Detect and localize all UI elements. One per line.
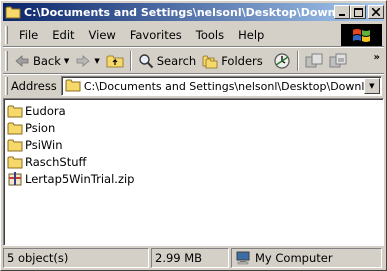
- back-dropdown-icon[interactable]: ▼: [64, 57, 69, 65]
- list-item[interactable]: Psion: [7, 119, 383, 136]
- maximize-icon: [353, 7, 363, 17]
- my-computer-icon: [236, 251, 250, 265]
- move-to-icon: [305, 53, 323, 68]
- address-value: C:\Documents and Settings\nelsonl\Deskto…: [83, 79, 364, 93]
- list-item[interactable]: RaschStuff: [7, 153, 383, 170]
- forward-arrow-icon: [76, 55, 90, 67]
- folders-icon: [202, 55, 218, 69]
- forward-dropdown-icon[interactable]: ▼: [94, 57, 99, 65]
- list-item[interactable]: Eudora: [7, 102, 383, 119]
- folders-button[interactable]: Folders: [199, 50, 266, 72]
- search-icon: [139, 54, 153, 69]
- address-grip[interactable]: [5, 77, 8, 95]
- up-folder-button[interactable]: [103, 50, 127, 72]
- folder-icon: [65, 78, 81, 95]
- file-name: RaschStuff: [25, 154, 87, 169]
- standard-toolbar: Back ▼ ▼ Search Folders »: [3, 48, 384, 74]
- file-name: PsiWin: [25, 137, 63, 152]
- file-name: Eudora: [25, 103, 66, 118]
- chevron-down-icon: ▼: [369, 82, 375, 90]
- zip-archive-icon: [8, 171, 22, 185]
- menu-bar: File Edit View Favorites Tools Help: [3, 24, 337, 46]
- list-item[interactable]: PsiWin: [7, 136, 383, 153]
- forward-button[interactable]: ▼: [72, 50, 102, 72]
- folder-icon: [5, 4, 21, 20]
- file-name: Lertap5WinTrial.zip: [25, 171, 135, 186]
- address-bar: Address C:\Documents and Settings\nelson…: [3, 75, 384, 97]
- up-folder-icon: [106, 55, 124, 68]
- search-label: Search: [156, 54, 197, 68]
- menu-grip[interactable]: [5, 26, 8, 44]
- back-arrow-icon: [15, 55, 29, 67]
- windows-flag-icon: [352, 28, 370, 42]
- file-list: Eudora Psion PsiWin RaschStuff Lertap5Wi…: [3, 98, 384, 246]
- menu-file[interactable]: File: [12, 26, 45, 44]
- close-icon: [372, 8, 380, 16]
- status-object-count: 5 object(s): [3, 248, 149, 268]
- search-button[interactable]: Search: [135, 50, 200, 72]
- folder-icon: [7, 156, 23, 168]
- status-location: My Computer: [231, 248, 382, 268]
- menu-edit[interactable]: Edit: [45, 26, 81, 44]
- move-to-button[interactable]: [302, 50, 326, 72]
- menu-view[interactable]: View: [82, 26, 123, 44]
- folders-label: Folders: [221, 54, 263, 68]
- size-text: 2.99 MB: [155, 251, 203, 265]
- copy-to-icon: [329, 53, 347, 68]
- folder-icon: [7, 139, 23, 151]
- minimize-button[interactable]: [334, 5, 350, 19]
- explorer-window: C:\Documents and Settings\nelsonl\Deskto…: [0, 0, 387, 271]
- history-clock-icon: [274, 53, 290, 69]
- toolbar-separator: [129, 51, 132, 71]
- menu-help[interactable]: Help: [231, 26, 271, 44]
- folder-icon: [7, 105, 23, 117]
- folder-icon: [7, 122, 23, 134]
- toolbar-overflow-icon[interactable]: »: [374, 52, 380, 63]
- status-bar: 5 object(s) 2.99 MB My Computer: [3, 248, 384, 268]
- history-button[interactable]: [270, 50, 294, 72]
- windows-logo: [341, 24, 382, 47]
- address-label: Address: [11, 79, 57, 93]
- copy-to-button[interactable]: [326, 50, 350, 72]
- minimize-icon: [339, 14, 345, 16]
- maximize-button[interactable]: [350, 5, 366, 19]
- menu-tools[interactable]: Tools: [189, 26, 231, 44]
- window-title: C:\Documents and Settings\nelsonl\Deskto…: [24, 5, 336, 19]
- address-dropdown-button[interactable]: ▼: [363, 78, 380, 94]
- close-button[interactable]: [368, 5, 384, 19]
- toolbar-grip[interactable]: [5, 51, 8, 71]
- toolbar-separator-2: [296, 51, 299, 71]
- object-count-text: 5 object(s): [7, 251, 69, 265]
- list-item[interactable]: Lertap5WinTrial.zip: [7, 170, 383, 187]
- title-bar[interactable]: C:\Documents and Settings\nelsonl\Deskto…: [3, 3, 384, 21]
- file-name: Psion: [25, 120, 56, 135]
- menu-favorites[interactable]: Favorites: [123, 26, 189, 44]
- address-input[interactable]: C:\Documents and Settings\nelsonl\Deskto…: [60, 76, 382, 96]
- status-size: 2.99 MB: [151, 248, 229, 268]
- back-button[interactable]: Back ▼: [11, 50, 72, 72]
- back-label: Back: [33, 54, 61, 68]
- location-text: My Computer: [255, 251, 333, 265]
